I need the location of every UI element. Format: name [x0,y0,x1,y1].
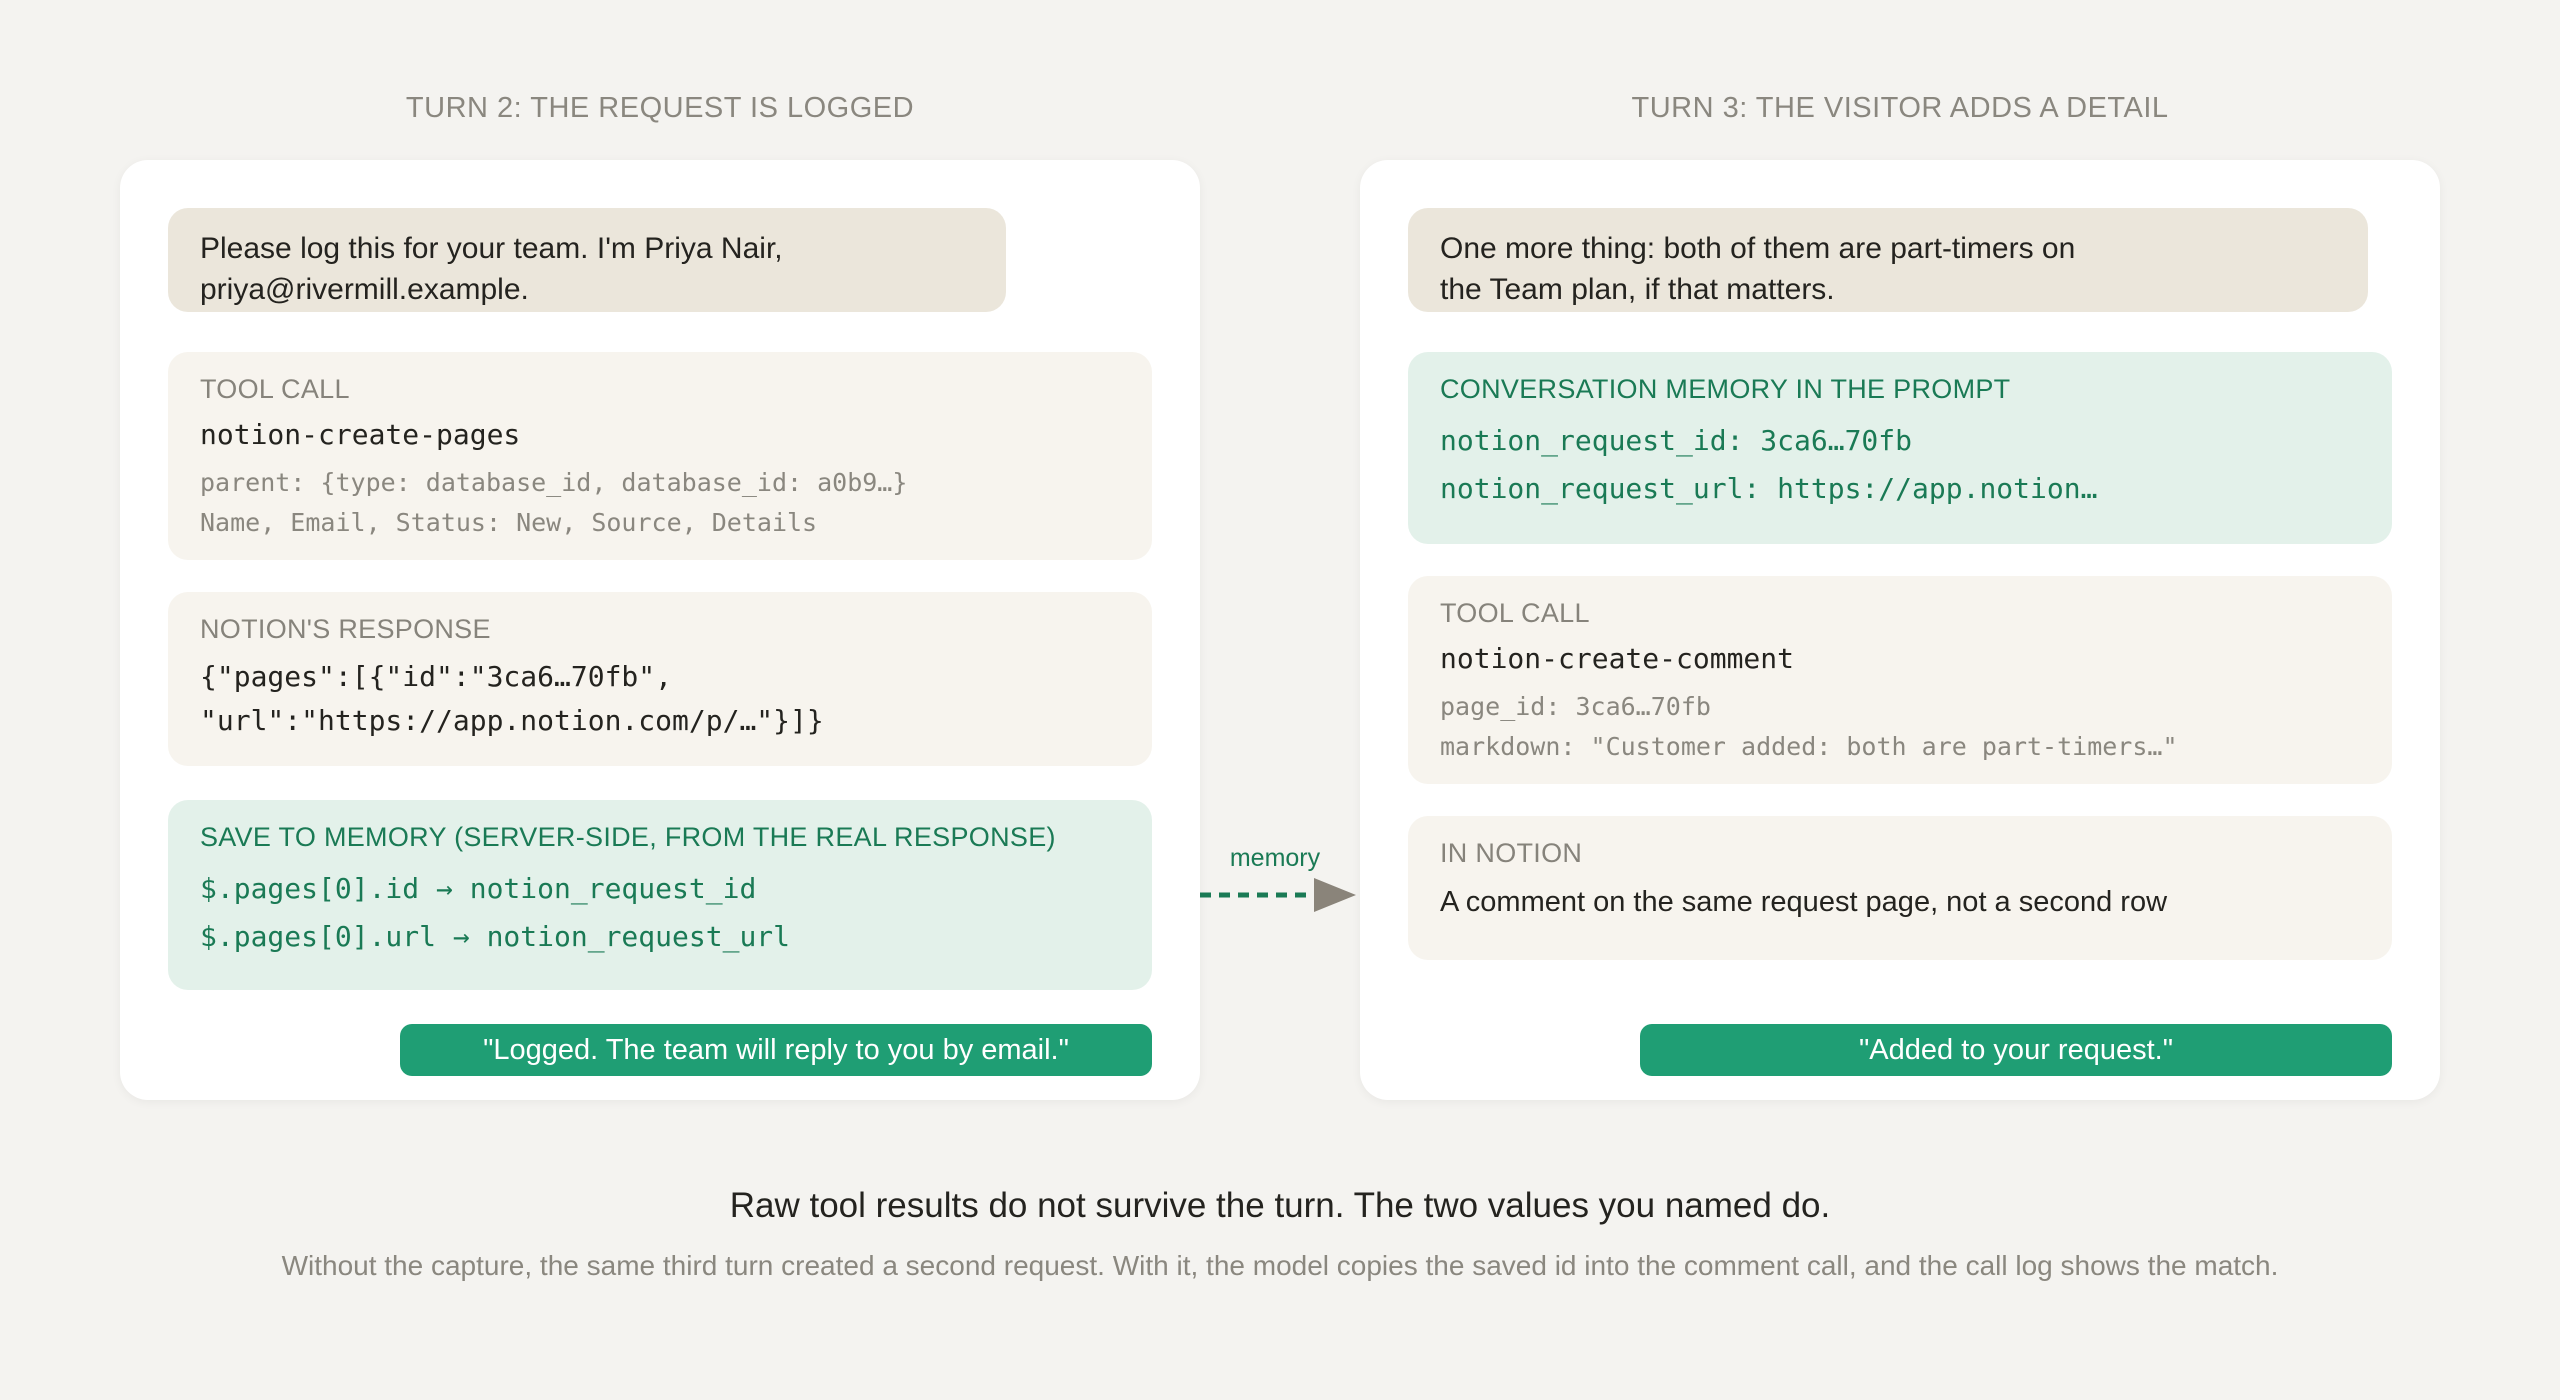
visitor-message-line: Please log this for your team. I'm Priya… [200,232,783,265]
notion-response-label: NOTION'S RESPONSE [200,614,491,644]
assistant-reply-pill: "Added to your request." [1640,1024,2392,1076]
in-notion-box: IN NOTION A comment on the same request … [1408,816,2392,960]
turn-3-panel: One more thing: both of them are part-ti… [1360,160,2440,1100]
memory-arrow [1200,878,1356,912]
save-to-memory-line: $.pages[0].id → notion_request_id [200,872,757,905]
assistant-reply-pill: "Logged. The team will reply to you by e… [400,1024,1152,1076]
in-notion-label: IN NOTION [1440,838,1583,868]
memory-arrow-head [1314,878,1356,912]
visitor-message-bubble: Please log this for your team. I'm Priya… [168,208,1006,312]
save-to-memory-line: $.pages[0].url → notion_request_url [200,920,791,953]
in-notion-text: A comment on the same request page, not … [1440,886,2168,918]
tool-call-box: TOOL CALL notion-create-comment page_id:… [1408,576,2392,784]
save-to-memory-label: SAVE TO MEMORY (SERVER-SIDE, FROM THE RE… [200,822,1056,852]
visitor-message-bubble: One more thing: both of them are part-ti… [1408,208,2368,312]
conversation-memory-line: notion_request_id: 3ca6…70fb [1440,424,1913,457]
tool-call-arg: markdown: "Customer added: both are part… [1440,732,2178,761]
visitor-message-line: the Team plan, if that matters. [1440,273,1835,306]
tool-call-label: TOOL CALL [1440,598,1590,628]
visitor-message-line: One more thing: both of them are part-ti… [1440,232,2076,265]
conversation-memory-label: CONVERSATION MEMORY IN THE PROMPT [1440,374,2011,404]
tool-call-arg: page_id: 3ca6…70fb [1440,692,1711,721]
tool-call-label: TOOL CALL [200,374,350,404]
notion-response-line: {"pages":[{"id":"3ca6…70fb", [200,660,673,693]
save-to-memory-box: SAVE TO MEMORY (SERVER-SIDE, FROM THE RE… [168,800,1152,990]
notion-response-box: NOTION'S RESPONSE {"pages":[{"id":"3ca6…… [168,592,1152,766]
left-column-title: TURN 2: THE REQUEST IS LOGGED [405,92,915,124]
conversation-memory-line: notion_request_url: https://app.notion… [1440,472,2098,505]
tool-call-name: notion-create-pages [200,418,521,451]
tool-call-name: notion-create-comment [1440,642,1795,675]
turn-2-panel: Please log this for your team. I'm Priya… [120,160,1200,1100]
visitor-message-line: priya@rivermill.example. [200,273,529,306]
conversation-memory-box: CONVERSATION MEMORY IN THE PROMPT notion… [1408,352,2392,544]
right-column-title: TURN 3: THE VISITOR ADDS A DETAIL [1631,92,2169,124]
tool-call-box: TOOL CALL notion-create-pages parent: {t… [168,352,1152,560]
tool-call-arg: Name, Email, Status: New, Source, Detail… [200,508,818,537]
footer-headline: Raw tool results do not survive the turn… [729,1186,1831,1225]
footer-subline: Without the capture, the same third turn… [281,1250,2279,1281]
notion-response-line: "url":"https://app.notion.com/p/…"}]} [200,704,824,737]
tool-call-arg: parent: {type: database_id, database_id:… [200,468,908,497]
